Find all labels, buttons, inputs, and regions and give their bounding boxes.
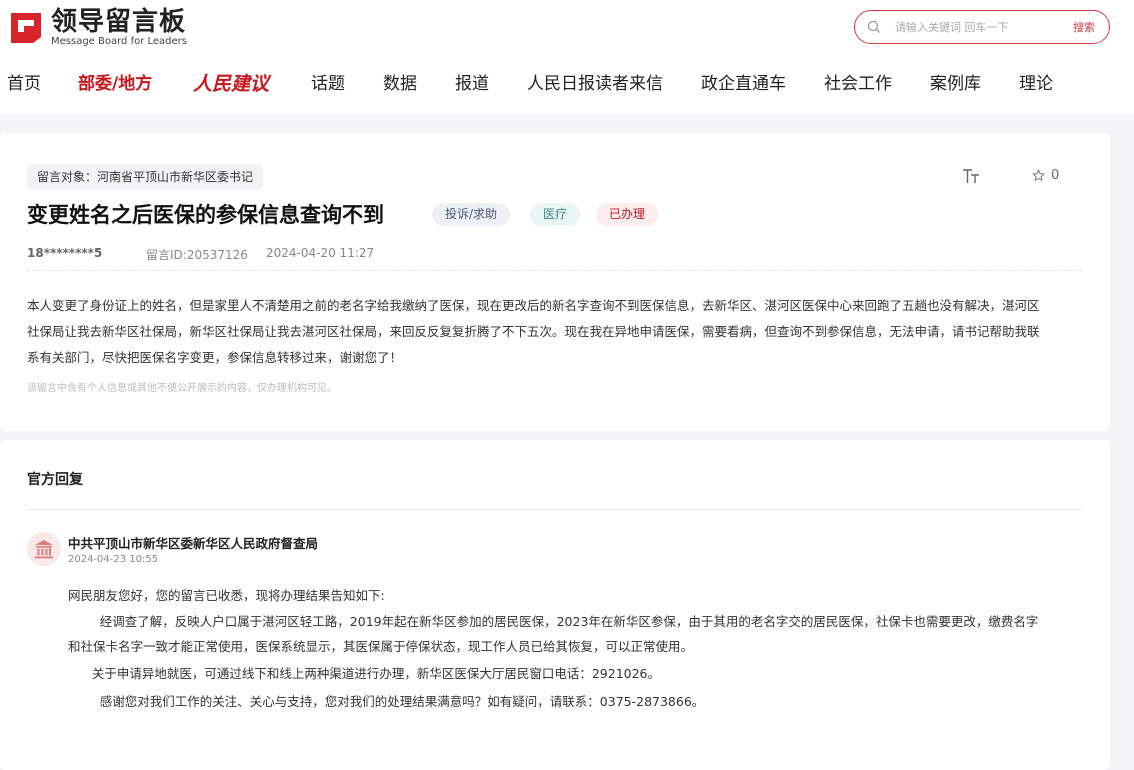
- nav-reports[interactable]: 报道: [455, 70, 489, 98]
- font-size-button[interactable]: [962, 168, 980, 188]
- search-input[interactable]: [893, 19, 1067, 35]
- type-badge: 投诉/求助: [432, 203, 511, 226]
- message-user: 18********5: [27, 246, 103, 260]
- message-content: 本人变更了身份证上的姓名，但是家里人不清楚用之前的老名字给我缴纳了医保，现在更改…: [27, 293, 1085, 371]
- content-line: 本人变更了身份证上的姓名，但是家里人不清楚用之前的老名字给我缴纳了医保，现在更改…: [27, 298, 1040, 313]
- category-badge: 医疗: [530, 203, 581, 226]
- status-badge: 已办理: [596, 203, 659, 226]
- nav-enterprise[interactable]: 政企直通车: [701, 70, 786, 98]
- reply-time: 2024-04-23 10:55: [68, 554, 159, 565]
- nav-ministries[interactable]: 部委/地方: [78, 70, 152, 98]
- top-header: 领导留言板 Message Board for Leaders 搜索 首页 部委…: [0, 0, 1134, 114]
- nav-topics[interactable]: 话题: [311, 70, 345, 98]
- favorite-button[interactable]: 0: [1032, 168, 1059, 183]
- reply-line: 关于申请异地就医，可通过线下和线上两种渠道进行办理，新华区医保大厅居民窗口电话：…: [68, 666, 661, 681]
- org-avatar: [27, 532, 61, 566]
- search-icon: [867, 20, 880, 33]
- content-line: 社保局让我去新华区社保局，新华区社保局让我去湛河区社保局，来回反反复复折腾了不下…: [27, 324, 1040, 339]
- nav-home[interactable]: 首页: [7, 70, 41, 98]
- nav-theory[interactable]: 理论: [1019, 70, 1053, 98]
- government-building-icon: [35, 540, 53, 559]
- reply-line: 和社保卡名字一致才能正常使用，医保系统显示，其医保属于停保状态，现工作人员已给其…: [68, 639, 694, 654]
- reply-line: 网民朋友您好，您的留言已收悉，现将办理结果告知如下:: [68, 588, 385, 603]
- logo-subtitle: Message Board for Leaders: [51, 36, 188, 47]
- reply-line: 经调查了解，反映人户口属于湛河区轻工路，2019年起在新华区参加的居民医保，20…: [68, 614, 1039, 629]
- search-button[interactable]: 搜索: [1073, 19, 1095, 35]
- nav-people-suggestion[interactable]: 人民建议: [193, 70, 269, 98]
- divider: [27, 270, 1082, 271]
- nav-cases[interactable]: 案例库: [930, 70, 981, 98]
- favorite-count: 0: [1051, 168, 1060, 183]
- reply-section-title: 官方回复: [27, 472, 83, 488]
- reply-org-name: 中共平顶山市新华区委新华区人民政府督查局: [68, 536, 319, 551]
- content-line: 系有关部门，尽快把医保名字变更，参保信息转移过来，谢谢您了！: [27, 350, 403, 365]
- message-title: 变更姓名之后医保的参保信息查询不到: [27, 203, 384, 227]
- star-icon: [1032, 169, 1045, 181]
- nav-reader-letters[interactable]: 人民日报读者来信: [527, 70, 663, 98]
- divider: [27, 509, 1082, 510]
- main-nav: 首页 部委/地方 人民建议 话题 数据 报道 人民日报读者来信 政企直通车 社会…: [0, 70, 1134, 98]
- message-id: 留言ID:20537126: [146, 248, 248, 262]
- site-logo[interactable]: 领导留言板 Message Board for Leaders: [7, 8, 187, 48]
- logo-title: 领导留言板: [51, 7, 187, 37]
- message-time: 2024-04-20 11:27: [266, 246, 375, 260]
- search-box: 搜索: [854, 10, 1110, 44]
- nav-data[interactable]: 数据: [383, 70, 417, 98]
- nav-social-work[interactable]: 社会工作: [824, 70, 892, 98]
- reply-line: 感谢您对我们工作的关注、关心与支持，您对我们的处理结果满意吗？如有疑问，请联系：…: [68, 694, 705, 709]
- message-target: 留言对象：河南省平顶山市新华区委书记: [27, 164, 264, 190]
- font-size-icon: [963, 169, 979, 183]
- privacy-note: 该留言中含有个人信息或其他不便公开展示的内容，仅办理机构可见。: [27, 383, 337, 394]
- logo-icon: [7, 9, 45, 47]
